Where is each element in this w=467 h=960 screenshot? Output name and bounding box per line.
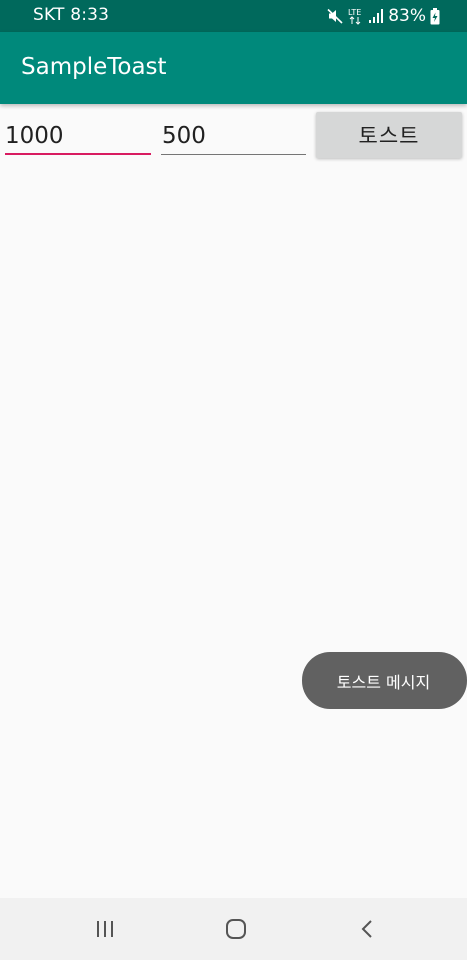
signal-icon: [368, 8, 384, 24]
battery-charging-icon: [430, 7, 440, 25]
carrier-time: SKT 8:33: [33, 5, 110, 25]
status-bar: SKT 8:33 LTE 83%: [0, 0, 467, 32]
first-number-input[interactable]: [5, 112, 151, 155]
back-icon: [361, 920, 372, 938]
toast-message: 토스트 메시지: [336, 672, 431, 692]
status-icons: LTE 83%: [327, 6, 440, 26]
lte-icon: LTE: [347, 7, 364, 25]
recent-apps-button[interactable]: [90, 914, 120, 944]
navigation-bar: [0, 898, 467, 960]
svg-text:LTE: LTE: [348, 8, 361, 17]
back-button[interactable]: [352, 914, 382, 944]
mute-icon: [327, 8, 343, 24]
home-button[interactable]: [221, 914, 251, 944]
toast-button[interactable]: 토스트: [316, 112, 462, 158]
second-number-field[interactable]: [161, 112, 306, 158]
toast-popup: 토스트 메시지: [302, 652, 467, 709]
app-title: SampleToast: [21, 54, 167, 80]
app-bar: SampleToast: [0, 32, 467, 104]
home-icon: [226, 919, 246, 939]
battery-percent: 83%: [388, 6, 426, 26]
first-number-field[interactable]: [5, 112, 151, 158]
recent-apps-icon: [97, 921, 113, 937]
second-number-input[interactable]: [161, 112, 306, 155]
